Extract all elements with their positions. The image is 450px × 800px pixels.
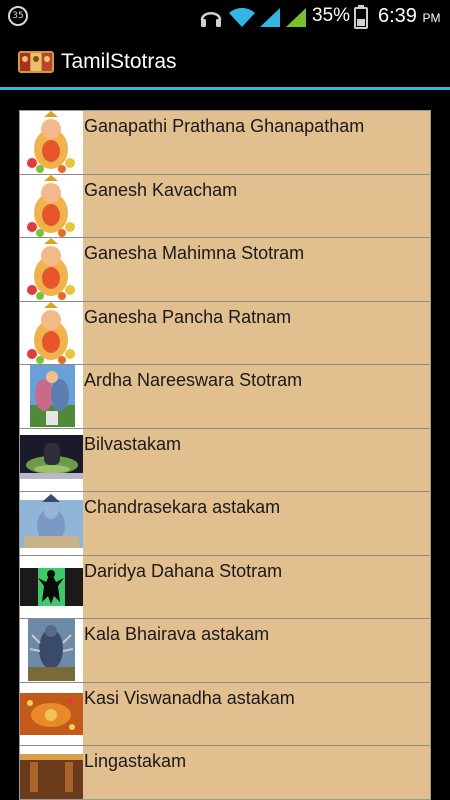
- list-item-label: Ganesha Pancha Ratnam: [84, 306, 292, 327]
- list-item[interactable]: Bilvastakam: [20, 428, 430, 492]
- wifi-icon: [229, 7, 255, 28]
- app-title: TamilStotras: [61, 50, 177, 73]
- clock: 6:39 PM: [378, 5, 441, 28]
- ganesha-image: [20, 301, 83, 364]
- list-item-label: Lingastakam: [84, 751, 187, 771]
- cell-signal-icon: [260, 8, 280, 27]
- list-item-label-area: Ganesh Kavacham: [83, 174, 430, 237]
- list-item[interactable]: Ganapathi Prathana Ghanapatham: [20, 111, 430, 175]
- status-bar: 35 35% 6:39 PM: [0, 0, 450, 33]
- stotra-list[interactable]: Ganapathi Prathana Ghanapatham Ganesh Ka…: [19, 110, 431, 800]
- list-item[interactable]: Ganesh Kavacham: [20, 174, 430, 238]
- ganesha-image: [20, 111, 83, 173]
- app-logo-icon[interactable]: [18, 51, 54, 73]
- list-item-label: Ganesh Kavacham: [84, 179, 238, 200]
- list-item[interactable]: Kala Bhairava astakam: [20, 619, 430, 683]
- temple-interior-image: [20, 746, 83, 799]
- cell-signal-2-icon: [286, 8, 306, 27]
- kasi-temple-image: [20, 682, 83, 745]
- list-item-label-area: Kala Bhairava astakam: [83, 619, 430, 682]
- clock-time: 6:39: [378, 5, 417, 27]
- list-item-label-area: Kasi Viswanadha astakam: [83, 682, 430, 745]
- list-item[interactable]: Ganesha Mahimna Stotram: [20, 238, 430, 302]
- list-item-label-area: Chandrasekara astakam: [83, 492, 430, 555]
- list-item-label-area: Ganesha Pancha Ratnam: [83, 301, 430, 364]
- list-item-label-area: Lingastakam: [83, 746, 430, 799]
- notification-badge-icon: 35: [8, 6, 28, 26]
- list-item[interactable]: Chandrasekara astakam: [20, 492, 430, 556]
- list-item-label: Kasi Viswanadha astakam: [84, 687, 295, 708]
- list-item[interactable]: Kasi Viswanadha astakam: [20, 682, 430, 746]
- list-item-label: Ganapathi Prathana Ghanapatham: [84, 116, 365, 136]
- list-item-label: Chandrasekara astakam: [84, 497, 281, 517]
- ardhanareeswara-image: [20, 365, 83, 427]
- list-item-label: Daridya Dahana Stotram: [84, 560, 283, 581]
- ganesha-image: [20, 174, 83, 237]
- action-bar: TamilStotras: [0, 33, 450, 90]
- list-item-label-area: Ganesha Mahimna Stotram: [83, 238, 430, 301]
- kala-bhairava-image: [20, 619, 83, 681]
- shiva-image: [20, 492, 83, 554]
- nataraja-silhouette-image: [20, 555, 83, 618]
- list-item-label: Ardha Nareeswara Stotram: [84, 370, 303, 390]
- list-item-label: Kala Bhairava astakam: [84, 624, 270, 644]
- content-area: Ganapathi Prathana Ghanapatham Ganesh Ka…: [0, 90, 450, 800]
- list-item[interactable]: Ganesha Pancha Ratnam: [20, 301, 430, 365]
- battery-percentage: 35%: [312, 5, 351, 26]
- list-item-label-area: Daridya Dahana Stotram: [83, 555, 430, 618]
- list-item-label-area: Ganapathi Prathana Ghanapatham: [83, 111, 430, 174]
- list-item-label-area: Ardha Nareeswara Stotram: [83, 365, 430, 428]
- list-item-label-area: Bilvastakam: [83, 428, 430, 491]
- ganesha-image: [20, 238, 83, 300]
- list-item[interactable]: Lingastakam: [20, 746, 430, 799]
- list-item[interactable]: Daridya Dahana Stotram: [20, 555, 430, 619]
- list-item-label: Ganesha Mahimna Stotram: [84, 243, 305, 263]
- shiva-lingam-image: [20, 428, 83, 491]
- headset-icon: [200, 11, 222, 27]
- list-item-label: Bilvastakam: [84, 433, 182, 454]
- clock-ampm: PM: [422, 11, 441, 25]
- list-item[interactable]: Ardha Nareeswara Stotram: [20, 365, 430, 429]
- battery-icon: [354, 5, 368, 29]
